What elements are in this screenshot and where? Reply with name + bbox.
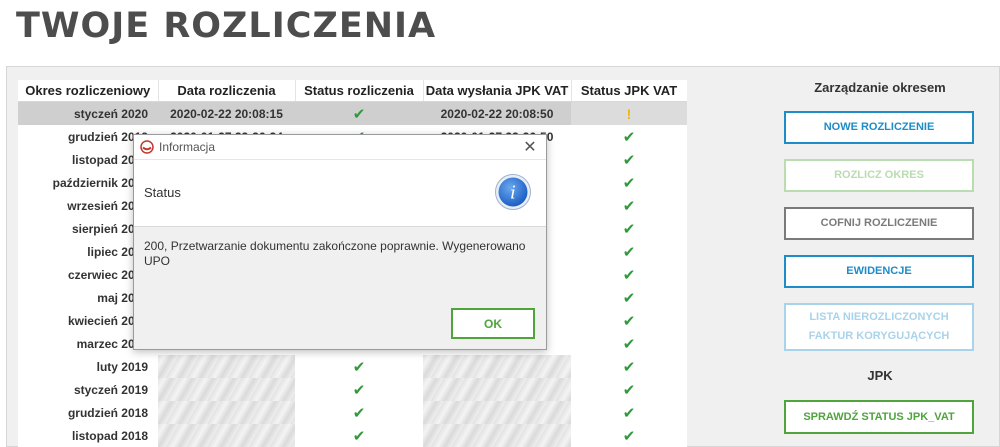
period-management-heading: Zarządzanie okresem bbox=[814, 80, 946, 95]
checkmark-icon: ✔ bbox=[622, 312, 636, 330]
checkmark-icon: ✔ bbox=[622, 404, 636, 422]
warning-icon: ! bbox=[626, 105, 632, 122]
checkmark-icon: ✔ bbox=[622, 151, 636, 169]
checkmark-icon: ✔ bbox=[352, 427, 366, 445]
checkmark-icon: ✔ bbox=[352, 105, 366, 123]
check-jpk-status-button[interactable]: SPRAWDŹ STATUS JPK_VAT bbox=[784, 400, 974, 434]
jpk-status-cell: ✔ bbox=[571, 194, 687, 217]
jpk-status-cell: ✔ bbox=[571, 217, 687, 240]
period-cell: listopad 2018 bbox=[71, 428, 148, 443]
checkmark-icon: ✔ bbox=[622, 174, 636, 192]
settlement-status-cell: ✔ bbox=[295, 401, 423, 424]
jpk-status-cell: ✔ bbox=[571, 263, 687, 286]
jpk-status-cell: ✔ bbox=[571, 401, 687, 424]
jpk-status-cell: ✔ bbox=[571, 378, 687, 401]
column-header-settlement-date[interactable]: Data rozliczenia bbox=[158, 80, 296, 102]
close-icon[interactable]: ✕ bbox=[520, 137, 540, 157]
checkmark-icon: ✔ bbox=[622, 266, 636, 284]
settlement-status-cell: ✔ bbox=[295, 355, 423, 378]
period-cell: styczeń 2019 bbox=[73, 382, 148, 397]
period-cell: styczeń 2020 bbox=[18, 101, 158, 125]
ok-button[interactable]: OK bbox=[451, 308, 535, 339]
settle-period-button[interactable]: ROZLICZ OKRES bbox=[784, 159, 974, 192]
jpk-status-cell: ✔ bbox=[571, 171, 687, 194]
dialog-header: Status i bbox=[134, 159, 546, 227]
jpk-status-cell: ✔ bbox=[571, 125, 687, 148]
checkmark-icon: ✔ bbox=[352, 358, 366, 376]
info-dialog: Informacja ✕ Status i 200, Przetwarzanie… bbox=[133, 134, 547, 350]
table-row[interactable]: grudzień 2018 ✔ ✔ bbox=[18, 401, 687, 424]
settlement-status-cell: ✔ bbox=[295, 101, 423, 125]
dialog-heading: Status bbox=[144, 185, 181, 200]
jpk-status-cell: ! bbox=[571, 101, 687, 125]
settlement-date-cell: 2020-02-22 20:08:15 bbox=[158, 101, 295, 125]
settlement-status-cell: ✔ bbox=[295, 424, 423, 447]
jpk-status-cell: ✔ bbox=[571, 424, 687, 447]
jpk-status-cell: ✔ bbox=[571, 286, 687, 309]
settlement-date-cell bbox=[158, 378, 295, 401]
settlement-status-cell: ✔ bbox=[295, 378, 423, 401]
settlement-date-cell bbox=[158, 355, 295, 378]
uncorrected-invoices-label-line1: LISTA NIEROZLICZONYCH bbox=[809, 311, 949, 323]
dialog-message: 200, Przetwarzanie dokumentu zakończone … bbox=[144, 239, 526, 268]
app-logo-icon bbox=[140, 140, 154, 154]
period-cell: luty 2019 bbox=[96, 359, 148, 374]
checkmark-icon: ✔ bbox=[622, 197, 636, 215]
checkmark-icon: ✔ bbox=[622, 335, 636, 353]
checkmark-icon: ✔ bbox=[622, 243, 636, 261]
checkmark-icon: ✔ bbox=[622, 289, 636, 307]
dialog-title: Informacja bbox=[159, 140, 216, 154]
settlement-date-cell bbox=[158, 401, 295, 424]
checkmark-icon: ✔ bbox=[352, 381, 366, 399]
checkmark-icon: ✔ bbox=[352, 404, 366, 422]
jpk-sent-date-cell bbox=[423, 424, 571, 447]
jpk-sent-date-cell bbox=[423, 401, 571, 424]
checkmark-icon: ✔ bbox=[622, 128, 636, 146]
checkmark-icon: ✔ bbox=[622, 358, 636, 376]
records-button[interactable]: EWIDENCJE bbox=[784, 255, 974, 288]
jpk-status-cell: ✔ bbox=[571, 309, 687, 332]
jpk-sent-date-cell bbox=[423, 378, 571, 401]
jpk-status-cell: ✔ bbox=[571, 148, 687, 171]
undo-settlement-button[interactable]: COFNIJ ROZLICZENIE bbox=[784, 207, 974, 240]
page-title: TWOJE ROZLICZENIA bbox=[16, 6, 437, 46]
table-row[interactable]: listopad 2018 ✔ ✔ bbox=[18, 424, 687, 447]
column-header-period[interactable]: Okres rozliczeniowy bbox=[18, 80, 159, 102]
column-header-jpk-sent-date[interactable]: Data wysłania JPK VAT bbox=[423, 80, 572, 102]
jpk-status-cell: ✔ bbox=[571, 240, 687, 263]
checkmark-icon: ✔ bbox=[622, 381, 636, 399]
column-header-settlement-status[interactable]: Status rozliczenia bbox=[295, 80, 424, 102]
table-row[interactable]: luty 2019 ✔ ✔ bbox=[18, 355, 687, 378]
settlement-date-cell bbox=[158, 424, 295, 447]
info-icon: i bbox=[495, 174, 531, 210]
info-icon-glyph: i bbox=[510, 183, 516, 204]
jpk-status-cell: ✔ bbox=[571, 355, 687, 378]
column-header-jpk-status[interactable]: Status JPK VAT bbox=[571, 80, 687, 102]
jpk-status-cell: ✔ bbox=[571, 332, 687, 355]
uncorrected-invoices-label-line2: FAKTUR KORYGUJĄCYCH bbox=[808, 330, 950, 342]
table-row[interactable]: styczeń 2020 2020-02-22 20:08:15 ✔ 2020-02-… bbox=[18, 101, 687, 125]
jpk-sent-date-cell: 2020-02-22 20:08:50 bbox=[423, 101, 571, 125]
checkmark-icon: ✔ bbox=[622, 220, 636, 238]
dialog-titlebar[interactable]: Informacja ✕ bbox=[134, 135, 546, 159]
uncorrected-invoices-list-button[interactable]: LISTA NIEROZLICZONYCH FAKTUR KORYGUJĄCYC… bbox=[784, 303, 974, 351]
checkmark-icon: ✔ bbox=[622, 427, 636, 445]
table-row[interactable]: styczeń 2019 ✔ ✔ bbox=[18, 378, 687, 401]
new-settlement-button[interactable]: NOWE ROZLICZENIE bbox=[784, 111, 974, 144]
jpk-heading: JPK bbox=[867, 368, 893, 383]
period-cell: grudzień 2018 bbox=[67, 405, 148, 420]
jpk-sent-date-cell bbox=[423, 355, 571, 378]
